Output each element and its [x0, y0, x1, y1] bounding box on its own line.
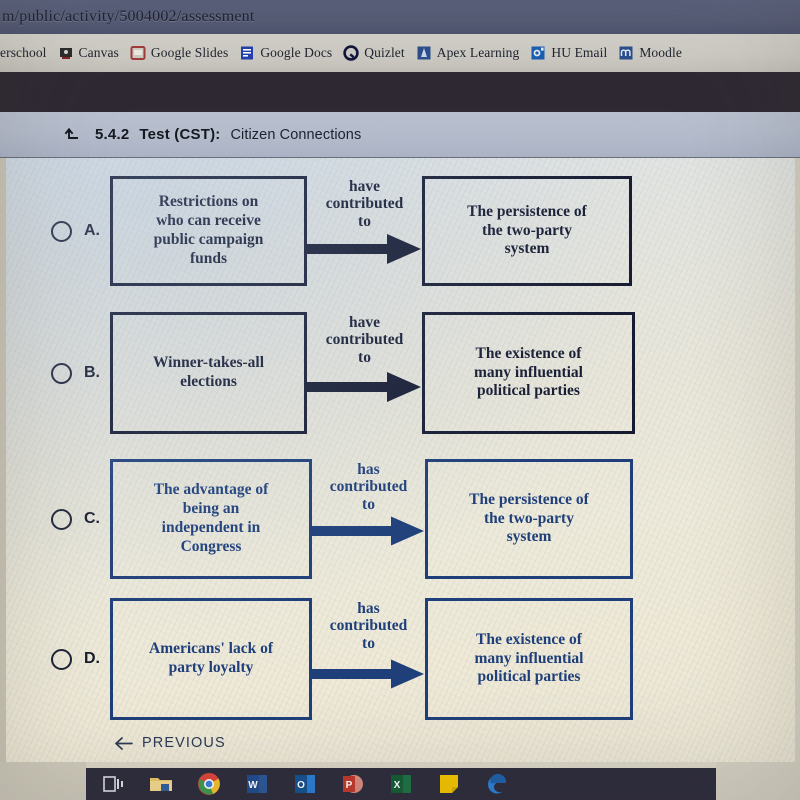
bookmark-label: Quizlet [364, 45, 405, 60]
question-navigation: PREVIOUS [0, 724, 800, 762]
browser-address-bar[interactable]: m/public/activity/5004002/assessment [0, 0, 800, 34]
bookmark-quizlet[interactable]: Quizlet [343, 45, 405, 61]
bookmark-label: HU Email [551, 45, 608, 60]
google-docs-icon [241, 46, 254, 60]
option-b-arrow-icon [307, 372, 421, 402]
bookmark-label: Google Slides [150, 45, 229, 60]
option-c-connector: has contributed to [312, 459, 425, 579]
option-b-connector-label: have contributed to [325, 314, 404, 366]
option-d-arrow-icon [312, 659, 424, 689]
bookmark-canvas[interactable]: Canvas [58, 45, 119, 61]
option-a-connector-label: have contributed to [325, 178, 404, 230]
option-letter-b: B. [84, 364, 100, 381]
svg-text:X: X [394, 780, 401, 791]
option-a-radio-group[interactable]: A. [0, 220, 110, 242]
previous-button-label[interactable]: PREVIOUS [142, 735, 226, 751]
bookmark-label: erschool [0, 45, 47, 60]
hu-email-icon [531, 46, 545, 60]
question-content-area: A. Restrictions on who can receive publi… [0, 158, 800, 762]
option-a-arrow-icon [307, 234, 421, 264]
bookmark-apex-learning[interactable]: Apex Learning [416, 45, 520, 61]
option-letter-d: D. [84, 650, 100, 667]
radio-button-a[interactable] [51, 220, 72, 242]
bookmarks-bar: erschool Canvas Google Slides Google Doc… [0, 34, 800, 72]
apex-learning-icon [417, 46, 431, 60]
bookmark-label: Google Docs [260, 45, 333, 60]
option-d-effect-box: The existence of many influential politi… [425, 598, 633, 720]
assessment-code: 5.4.2 [95, 126, 130, 143]
file-explorer-icon[interactable] [148, 771, 174, 797]
option-d-connector-label: has contributed to [329, 600, 408, 652]
windows-taskbar: W O P X [86, 768, 716, 800]
svg-text:W: W [248, 780, 258, 791]
bookmark-powerschool[interactable]: erschool [0, 45, 47, 61]
option-a-connector: have contributed to [307, 176, 422, 286]
microsoft-edge-icon[interactable] [484, 771, 510, 797]
task-view-icon[interactable] [100, 771, 126, 797]
microsoft-powerpoint-icon[interactable]: P [340, 771, 366, 797]
microsoft-word-icon[interactable]: W [244, 771, 270, 797]
bookmark-label: Canvas [78, 45, 119, 60]
bookmark-label: Apex Learning [436, 45, 520, 60]
radio-button-b[interactable] [51, 362, 72, 384]
sticky-notes-icon[interactable] [436, 771, 462, 797]
option-b-effect-box: The existence of many influential politi… [422, 312, 635, 434]
option-b-connector: have contributed to [307, 312, 422, 434]
option-c-connector-label: has contributed to [329, 461, 408, 513]
option-a-diagram: Restrictions on who can receive public c… [110, 176, 632, 286]
left-arrow-icon[interactable] [114, 736, 133, 751]
quizlet-icon [343, 45, 359, 61]
bookmark-label: Moodle [639, 45, 682, 60]
microsoft-outlook-icon[interactable]: O [292, 771, 318, 797]
svg-text:P: P [346, 780, 353, 791]
address-bar-url[interactable]: m/public/activity/5004002/assessment [0, 8, 255, 26]
option-d-connector: has contributed to [312, 598, 425, 720]
option-d-radio-group[interactable]: D. [0, 648, 110, 670]
assessment-type-label: Test (CST): [139, 126, 221, 143]
svg-text:O: O [297, 780, 305, 791]
option-d-diagram: Americans' lack of party loyalty has con… [110, 598, 633, 720]
option-b-cause-box: Winner-takes-all elections [110, 312, 307, 434]
answer-option-b[interactable]: B. Winner-takes-all elections have contr… [0, 303, 800, 443]
option-c-cause-box: The advantage of being an independent in… [110, 459, 312, 579]
back-up-arrow-icon[interactable] [63, 124, 85, 146]
bookmark-google-slides[interactable]: Google Slides [130, 45, 228, 61]
microsoft-excel-icon[interactable]: X [388, 771, 414, 797]
option-a-effect-box: The persistence of the two-party system [422, 176, 632, 286]
option-d-cause-box: Americans' lack of party loyalty [110, 598, 312, 720]
bookmark-google-docs[interactable]: Google Docs [239, 45, 332, 61]
option-c-effect-box: The persistence of the two-party system [425, 459, 633, 579]
option-c-arrow-icon [312, 516, 424, 546]
answer-option-d[interactable]: D. Americans' lack of party loyalty has … [0, 593, 800, 725]
option-b-radio-group[interactable]: B. [0, 362, 110, 384]
option-b-diagram: Winner-takes-all elections have contribu… [110, 312, 635, 434]
answer-option-a[interactable]: A. Restrictions on who can receive publi… [0, 162, 800, 300]
photo-edge-bottom-right [716, 762, 800, 800]
assessment-header: 5.4.2 Test (CST): Citizen Connections [0, 112, 800, 158]
bookmark-moodle[interactable]: Moodle [618, 45, 682, 61]
radio-button-d[interactable] [51, 648, 72, 670]
assessment-title: Citizen Connections [230, 126, 362, 143]
bookmark-hu-email[interactable]: HU Email [530, 45, 607, 61]
option-letter-c: C. [84, 510, 100, 527]
canvas-icon [59, 48, 72, 59]
option-letter-a: A. [84, 222, 100, 239]
photo-edge-bottom-left [0, 762, 86, 800]
option-a-cause-box: Restrictions on who can receive public c… [110, 176, 307, 286]
radio-button-c[interactable] [51, 508, 72, 530]
window-dark-band [0, 72, 800, 112]
option-c-radio-group[interactable]: C. [0, 508, 110, 530]
google-chrome-icon[interactable] [196, 771, 222, 797]
option-c-diagram: The advantage of being an independent in… [110, 459, 633, 579]
google-slides-icon [130, 46, 146, 60]
answer-option-c[interactable]: C. The advantage of being an independent… [0, 448, 800, 590]
moodle-icon [619, 46, 633, 60]
